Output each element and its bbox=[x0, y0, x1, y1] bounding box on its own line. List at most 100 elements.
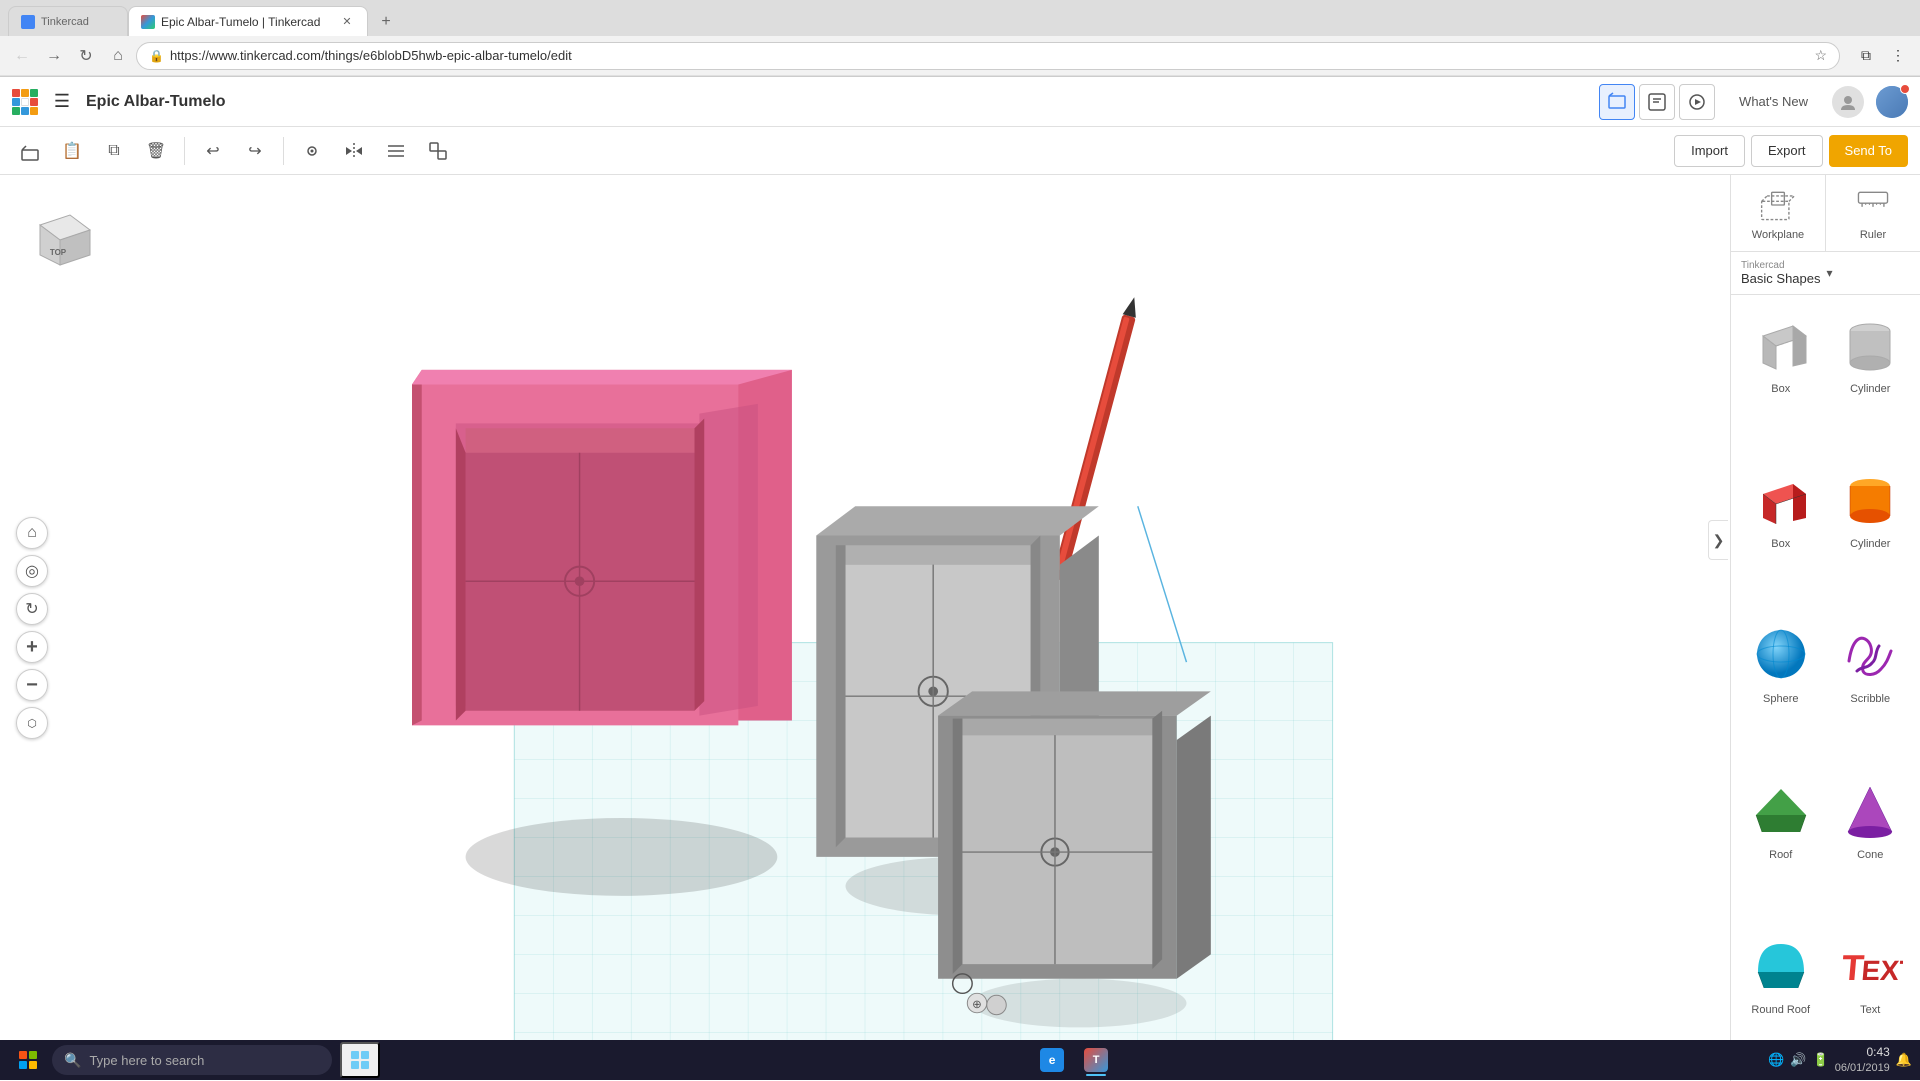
taskbar-sys-icons: 🌐 🔊 🔋 bbox=[1768, 1052, 1829, 1068]
shape-item-cone[interactable]: Cone bbox=[1829, 769, 1913, 918]
shape-label-cylinder-gray: Cylinder bbox=[1850, 383, 1890, 395]
redo-btn[interactable]: ↪ bbox=[237, 133, 273, 169]
taskview-btn[interactable] bbox=[340, 1042, 380, 1078]
taskbar: 🔍 Type here to search e T 🌐 🔊 🔋 bbox=[0, 1040, 1920, 1080]
new-tab-btn[interactable]: + bbox=[372, 8, 400, 36]
network-icon[interactable]: 🌐 bbox=[1768, 1052, 1784, 1068]
home-btn[interactable]: ⌂ bbox=[104, 42, 132, 70]
shape-item-cylinder-orange[interactable]: Cylinder bbox=[1829, 458, 1913, 607]
svg-text:EXT: EXT bbox=[1861, 955, 1904, 986]
taskbar-app-tinkercad[interactable]: T bbox=[1076, 1042, 1116, 1078]
logo-cell-6 bbox=[30, 98, 38, 106]
hamburger-menu-btn[interactable]: ☰ bbox=[46, 86, 78, 118]
shape-label-box-gray: Box bbox=[1771, 383, 1790, 395]
browser-tab-active[interactable]: Epic Albar-Tumelo | Tinkercad ✕ bbox=[128, 6, 368, 36]
undo-btn[interactable]: ↩ bbox=[195, 133, 231, 169]
toolbar-sep-2 bbox=[283, 137, 284, 165]
tinkercad-app: ☰ Epic Albar-Tumelo What's New bbox=[0, 77, 1920, 1081]
app-header: ☰ Epic Albar-Tumelo What's New bbox=[0, 77, 1920, 127]
3d-view-btn[interactable] bbox=[1599, 84, 1635, 120]
shape-icon-roof bbox=[1746, 775, 1816, 845]
canvas-area[interactable]: TOP ⌂ ◎ ↻ + − ⬡ bbox=[0, 175, 1730, 1081]
time-display: 0:43 bbox=[1866, 1045, 1889, 1061]
copy-btn[interactable]: ⧉ bbox=[96, 133, 132, 169]
volume-icon[interactable]: 🔊 bbox=[1790, 1052, 1806, 1068]
address-bar[interactable]: 🔒 https://www.tinkercad.com/things/e6blo… bbox=[136, 42, 1840, 70]
svg-text:⊕: ⊕ bbox=[972, 998, 982, 1011]
shape-item-roof[interactable]: Roof bbox=[1739, 769, 1823, 918]
tab-title-1: Tinkercad bbox=[41, 16, 115, 28]
logo-cell-8 bbox=[21, 107, 29, 115]
shape-label-cone: Cone bbox=[1857, 849, 1883, 861]
panel-tools: Workplane bbox=[1731, 175, 1920, 252]
shape-label-roof: Roof bbox=[1769, 849, 1792, 861]
notification-badge bbox=[1900, 84, 1910, 94]
shape-item-box-gray[interactable]: Box bbox=[1739, 303, 1823, 452]
shape-icon-box-gray bbox=[1746, 309, 1816, 379]
start-btn[interactable] bbox=[8, 1042, 48, 1078]
shape-label-cylinder-orange: Cylinder bbox=[1850, 538, 1890, 550]
header-right: What's New bbox=[1599, 84, 1908, 120]
logo-grid bbox=[12, 89, 38, 115]
notification-icon[interactable]: 🔔 bbox=[1896, 1052, 1912, 1068]
panel-collapse-btn[interactable]: ❯ bbox=[1708, 520, 1728, 560]
paste-btn[interactable]: 📋 bbox=[54, 133, 90, 169]
shape-item-box-red[interactable]: Box bbox=[1739, 458, 1823, 607]
taskbar-left: 🔍 Type here to search bbox=[8, 1042, 380, 1078]
reload-btn[interactable]: ↻ bbox=[72, 42, 100, 70]
taskbar-center: e T bbox=[1032, 1042, 1116, 1078]
mirror-btn[interactable] bbox=[336, 133, 372, 169]
shape-library-selector[interactable]: Tinkercad Basic Shapes ▾ bbox=[1731, 252, 1920, 295]
logo-cell-5 bbox=[21, 98, 29, 106]
taskbar-app-1[interactable]: e bbox=[1032, 1042, 1072, 1078]
extensions-btn[interactable]: ⧉ bbox=[1852, 42, 1880, 70]
shape-icon-cylinder-gray bbox=[1835, 309, 1905, 379]
library-name: Basic Shapes bbox=[1741, 271, 1821, 286]
app-toolbar: 📋 ⧉ 🗑 ↩ ↪ Import Export Send To bbox=[0, 127, 1920, 175]
win-cell-red bbox=[19, 1051, 27, 1059]
taskbar-time[interactable]: 0:43 06/01/2019 bbox=[1835, 1045, 1890, 1075]
ruler-icon bbox=[1853, 185, 1893, 225]
workplane-label: Workplane bbox=[1752, 229, 1804, 241]
group-btn[interactable] bbox=[420, 133, 456, 169]
win-cell-green bbox=[29, 1051, 37, 1059]
back-btn[interactable]: ← bbox=[8, 42, 36, 70]
align-btn[interactable] bbox=[378, 133, 414, 169]
sim-view-btn[interactable] bbox=[1679, 84, 1715, 120]
send-to-btn[interactable]: Send To bbox=[1829, 135, 1908, 167]
shape-item-sphere[interactable]: Sphere bbox=[1739, 613, 1823, 762]
menu-btn[interactable]: ⋮ bbox=[1884, 42, 1912, 70]
toolbar-sep-1 bbox=[184, 137, 185, 165]
user-avatar[interactable] bbox=[1832, 86, 1864, 118]
export-btn[interactable]: Export bbox=[1751, 135, 1823, 167]
user-profile-btn[interactable] bbox=[1876, 86, 1908, 118]
workplane-tool[interactable]: Workplane bbox=[1731, 175, 1826, 251]
shape-icon-box-red bbox=[1746, 464, 1816, 534]
tab-title-active: Epic Albar-Tumelo | Tinkercad bbox=[161, 15, 333, 29]
workplane-btn[interactable] bbox=[12, 133, 48, 169]
shape-item-cylinder-gray[interactable]: Cylinder bbox=[1829, 303, 1913, 452]
shape-icon-round-roof bbox=[1746, 930, 1816, 1000]
ruler-tool[interactable]: Ruler bbox=[1826, 175, 1920, 251]
battery-icon[interactable]: 🔋 bbox=[1813, 1052, 1829, 1068]
lock-icon: 🔒 bbox=[149, 49, 164, 63]
whats-new-btn[interactable]: What's New bbox=[1727, 88, 1820, 115]
import-btn[interactable]: Import bbox=[1674, 135, 1745, 167]
browser-right-buttons: ⧉ ⋮ bbox=[1852, 42, 1912, 70]
taskview-icon bbox=[348, 1048, 372, 1072]
windows-logo bbox=[19, 1051, 37, 1069]
snap-btn[interactable] bbox=[294, 133, 330, 169]
taskbar-search[interactable]: 🔍 Type here to search bbox=[52, 1045, 332, 1075]
browser-toolbar: ← → ↻ ⌂ 🔒 https://www.tinkercad.com/thin… bbox=[0, 36, 1920, 76]
shape-label-text: Text bbox=[1860, 1004, 1880, 1016]
delete-btn[interactable]: 🗑 bbox=[138, 133, 174, 169]
shape-icon-scribble bbox=[1835, 619, 1905, 689]
logo-cell-9 bbox=[30, 107, 38, 115]
browser-tab-1[interactable]: Tinkercad bbox=[8, 6, 128, 36]
tinkercad-logo[interactable] bbox=[12, 89, 38, 115]
forward-btn[interactable]: → bbox=[40, 42, 68, 70]
tab-close-btn[interactable]: ✕ bbox=[339, 14, 355, 30]
codeblocks-view-btn[interactable] bbox=[1639, 84, 1675, 120]
shape-item-scribble[interactable]: Scribble bbox=[1829, 613, 1913, 762]
bookmark-icon[interactable]: ☆ bbox=[1814, 47, 1827, 64]
